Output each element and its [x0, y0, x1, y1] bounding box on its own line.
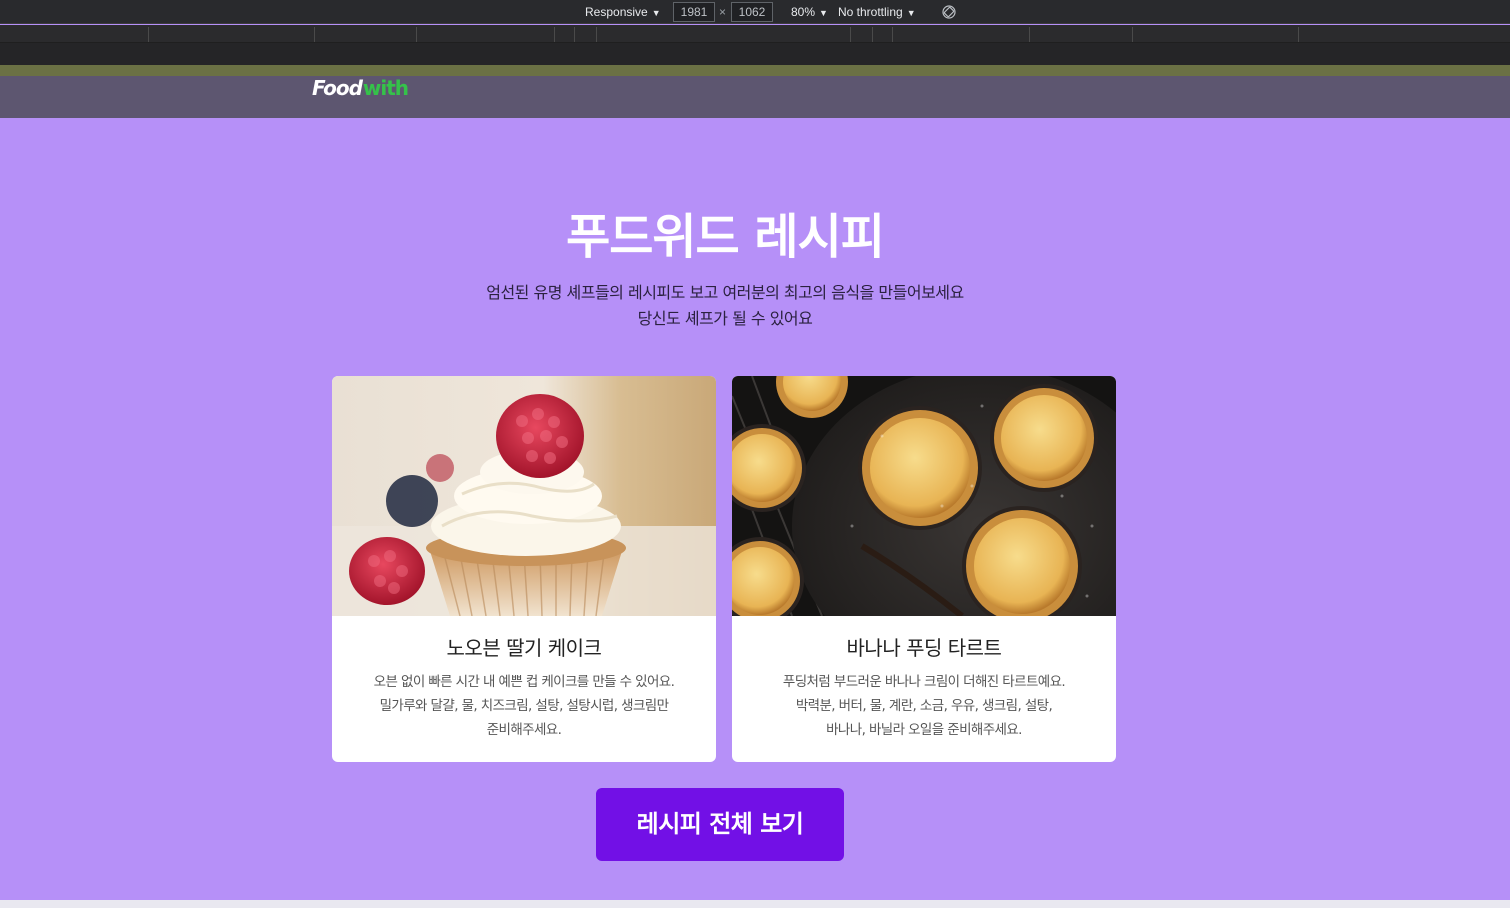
- dimension-separator: ×: [719, 5, 727, 19]
- devtools-device-toolbar: Responsive ▼ 1981 × 1062 80% ▼ No throttli…: [0, 0, 1510, 24]
- ruler-segment[interactable]: [893, 27, 1030, 42]
- ruler-segment[interactable]: [149, 27, 315, 42]
- subtitle-line: 당신도 셰프가 될 수 있어요: [637, 309, 813, 328]
- rotate-icon[interactable]: [941, 4, 957, 20]
- card-description-line: 바나나, 바닐라 오일을 준비해주세요.: [826, 722, 1022, 738]
- ruler-segment[interactable]: [851, 27, 873, 42]
- media-query-ruler[interactable]: [0, 25, 1510, 43]
- cupcake-image: [332, 376, 716, 616]
- page-title: 푸드위드 레시피: [566, 209, 885, 265]
- height-input[interactable]: 1062: [731, 2, 773, 22]
- ruler-segment[interactable]: [575, 27, 597, 42]
- device-mode-select[interactable]: Responsive ▼: [585, 0, 661, 24]
- ruler-segment[interactable]: [315, 27, 417, 42]
- next-section-edge: [0, 900, 1510, 908]
- ruler-segment[interactable]: [0, 27, 149, 42]
- header-banner-strip: [0, 65, 1510, 76]
- card-description: 오븐 없이 빠른 시간 내 예쁜 컵 케이크를 만들 수 있어요. 밀가루와 달…: [352, 670, 696, 742]
- view-all-recipes-button[interactable]: 레시피 전체 보기: [596, 788, 844, 861]
- card-description-line: 오븐 없이 빠른 시간 내 예쁜 컵 케이크를 만들 수 있어요.: [373, 674, 675, 690]
- tart-image: [732, 376, 1116, 616]
- recipe-card[interactable]: 바나나 푸딩 타르트 푸딩처럼 부드러운 바나나 크림이 더해진 타르트예요. …: [732, 376, 1116, 762]
- throttling-select[interactable]: No throttling ▼: [838, 0, 916, 24]
- ruler-segment[interactable]: [1133, 27, 1299, 42]
- card-description: 푸딩처럼 부드러운 바나나 크림이 더해진 타르트예요. 박력분, 버터, 물,…: [752, 670, 1096, 742]
- recipe-card[interactable]: 노오븐 딸기 케이크 오븐 없이 빠른 시간 내 예쁜 컵 케이크를 만들 수 …: [332, 376, 716, 762]
- chevron-down-icon: ▼: [819, 8, 828, 18]
- devtools-gutter: [0, 43, 1510, 65]
- zoom-label: 80%: [791, 5, 816, 19]
- card-description-line: 푸딩처럼 부드러운 바나나 크림이 더해진 타르트예요.: [782, 674, 1066, 690]
- ruler-segment[interactable]: [417, 27, 555, 42]
- logo-with-text: with: [362, 76, 409, 100]
- page-subtitle: 엄선된 유명 셰프들의 레시피도 보고 여러분의 최고의 음식을 만들어보세요 …: [0, 280, 1450, 332]
- zoom-select[interactable]: 80% ▼: [791, 0, 828, 24]
- card-title: 노오븐 딸기 케이크: [446, 636, 602, 660]
- card-description-line: 밀가루와 달걀, 물, 치즈크림, 설탕, 설탕시럽, 생크림만: [379, 698, 669, 714]
- chevron-down-icon: ▼: [906, 8, 916, 18]
- throttling-label: No throttling: [838, 5, 903, 19]
- card-description-line: 박력분, 버터, 물, 계란, 소금, 우유, 생크림, 설탕,: [795, 698, 1053, 714]
- card-description-line: 준비해주세요.: [486, 722, 562, 738]
- width-input[interactable]: 1981: [673, 2, 715, 22]
- subtitle-line: 엄선된 유명 셰프들의 레시피도 보고 여러분의 최고의 음식을 만들어보세요: [486, 283, 964, 302]
- site-logo[interactable]: Foodwith: [312, 75, 409, 101]
- site-header: [0, 65, 1510, 118]
- device-mode-label: Responsive: [585, 5, 648, 19]
- ruler-segment[interactable]: [555, 27, 575, 42]
- card-title: 바나나 푸딩 타르트: [846, 636, 1002, 660]
- ruler-segment[interactable]: [1030, 27, 1133, 42]
- ruler-segment[interactable]: [873, 27, 893, 42]
- chevron-down-icon: ▼: [651, 8, 661, 18]
- ruler-segment[interactable]: [597, 27, 851, 42]
- logo-food-text: Food: [312, 76, 363, 100]
- ruler-segment[interactable]: [1299, 27, 1510, 42]
